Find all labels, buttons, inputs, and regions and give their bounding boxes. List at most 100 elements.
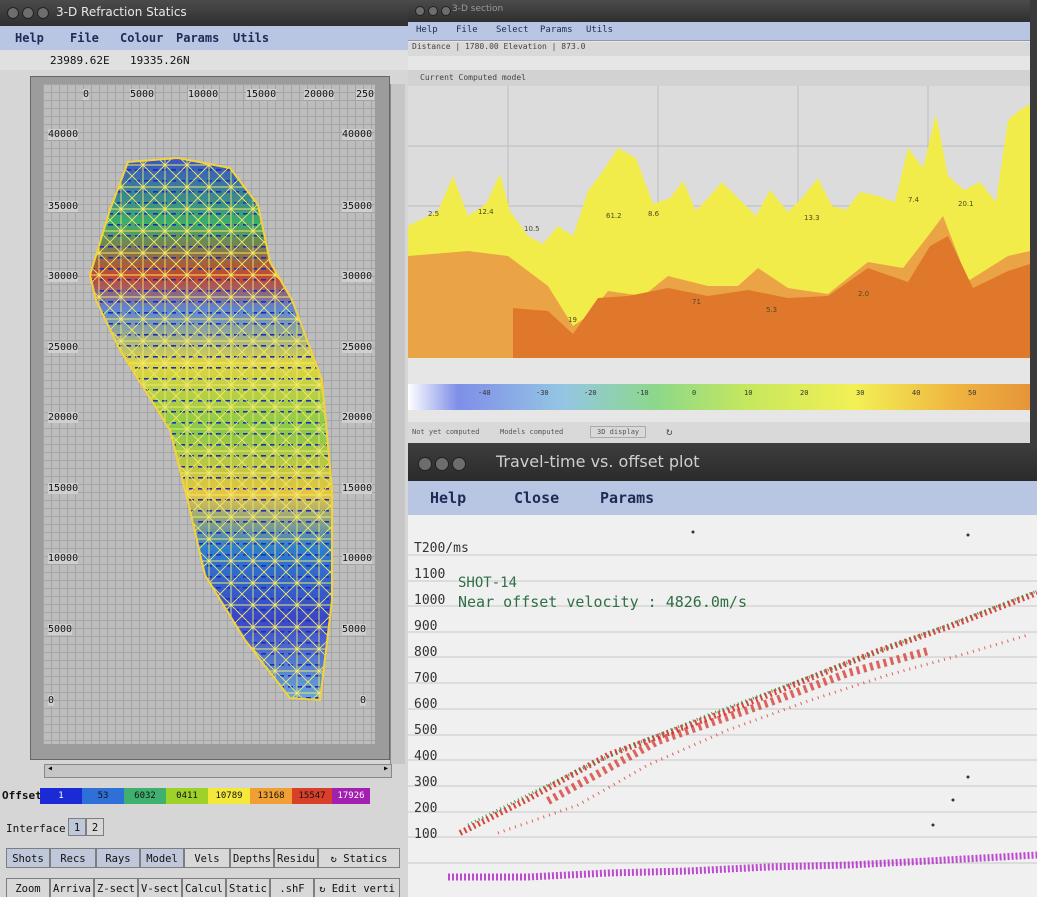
scale-tick: -10 <box>636 389 649 397</box>
minimize-window-button[interactable] <box>428 6 438 16</box>
svg-text:19: 19 <box>568 316 577 324</box>
maximize-window-button[interactable] <box>441 6 451 16</box>
offset-swatch: 0411 <box>166 788 208 804</box>
z-sect-button[interactable]: Z-sect <box>94 878 138 897</box>
offset-color-scale: Offset 1 53 6032 0411 10789 13168 15547 … <box>0 786 408 808</box>
y-tick: 800 <box>414 645 438 660</box>
menu-params[interactable]: Params <box>600 489 654 507</box>
velocity-label: Near offset velocity : 4826.0m/s <box>458 593 747 611</box>
scroll-left-icon[interactable]: ◂ <box>47 763 53 774</box>
offset-label: Offset <box>2 789 42 802</box>
vertical-scrollbar[interactable] <box>390 84 405 764</box>
menu-params[interactable]: Params <box>540 25 573 35</box>
scale-tick: -30 <box>536 389 549 397</box>
offset-swatch: 13168 <box>250 788 292 804</box>
status-tab-bar: Not yet computed Models computed 3D disp… <box>408 422 1030 443</box>
window-titlebar: 3-D section <box>408 0 1030 22</box>
maximize-window-button[interactable] <box>452 457 466 471</box>
section-info-text: Distance | 1780.00 Elevation | 873.0 <box>412 42 586 51</box>
edit-vertices-button[interactable]: ↻ Edit verti <box>314 878 400 897</box>
edit-vertices-label: Edit verti <box>331 883 395 895</box>
offset-swatch: 10789 <box>208 788 250 804</box>
scale-tick: 50 <box>968 389 977 397</box>
y-tick: 200 <box>414 801 438 816</box>
y-tick: 100 <box>414 827 438 842</box>
svg-text:71: 71 <box>692 298 701 306</box>
menu-select[interactable]: Select <box>496 25 529 35</box>
arrival-button[interactable]: Arriva <box>50 878 94 897</box>
traveltime-plot-window: Travel-time vs. offset plot Help Close P… <box>408 443 1037 897</box>
shot-label: SHOT-14 <box>458 575 518 591</box>
menu-bar: Help Close Params <box>408 481 1037 516</box>
status-tab[interactable]: 3D display <box>590 426 647 438</box>
svg-text:5.3: 5.3 <box>766 306 777 314</box>
traveltime-plot[interactable] <box>408 515 1037 897</box>
section-model-text: Current Computed model <box>420 73 526 82</box>
calcul-button[interactable]: Calcul <box>182 878 226 897</box>
scale-tick: 40 <box>912 389 921 397</box>
svg-text:10.5: 10.5 <box>524 225 540 233</box>
status-tab[interactable]: Models computed <box>500 428 563 436</box>
svg-text:2.5: 2.5 <box>428 210 439 218</box>
y-axis-unit: T200/ms <box>414 541 469 556</box>
svg-text:2.0: 2.0 <box>858 290 869 298</box>
depths-button[interactable]: Depths <box>230 848 274 868</box>
refresh-icon: ↻ <box>330 853 344 865</box>
section-model-line: Current Computed model <box>408 70 1030 86</box>
refresh-icon: ↻ <box>319 883 332 895</box>
y-tick: 1000 <box>414 593 446 608</box>
menu-file[interactable]: File <box>456 25 478 35</box>
interface-selector: Interface 1 2 <box>0 818 408 840</box>
y-tick: 600 <box>414 697 438 712</box>
interface-label: Interface <box>6 822 66 835</box>
y-tick: 700 <box>414 671 438 686</box>
scroll-right-icon[interactable]: ▸ <box>383 763 389 774</box>
section-color-scale <box>408 384 1030 410</box>
elevation-section-plot[interactable]: 2.5 12.4 10.5 19 61.2 8.6 71 5.3 13.3 2.0 7.4 20.… <box>408 86 1030 358</box>
shots-button[interactable]: Shots <box>6 848 50 868</box>
scale-tick: 30 <box>856 389 865 397</box>
offset-swatch: 6032 <box>124 788 166 804</box>
svg-text:7.4: 7.4 <box>908 196 920 204</box>
model-button[interactable]: Model <box>140 848 184 868</box>
scale-tick: 20 <box>800 389 809 397</box>
offset-swatch: 53 <box>82 788 124 804</box>
section-display-window: 3-D section Help File Select Params Util… <box>408 0 1030 443</box>
zoom-button[interactable]: Zoom <box>6 878 50 897</box>
horizontal-scrollbar[interactable]: ◂ ▸ <box>44 763 392 778</box>
survey-mesh <box>88 156 333 702</box>
svg-text:8.6: 8.6 <box>648 210 660 218</box>
residu-button[interactable]: Residu <box>274 848 318 868</box>
svg-text:13.3: 13.3 <box>804 214 820 222</box>
y-tick: 1100 <box>414 567 446 582</box>
scale-tick: 10 <box>744 389 753 397</box>
scale-tick: -40 <box>478 389 491 397</box>
vels-button[interactable]: Vels <box>184 848 230 868</box>
static-button[interactable]: Static <box>226 878 270 897</box>
rays-button[interactable]: Rays <box>96 848 140 868</box>
y-tick: 300 <box>414 775 438 790</box>
window-controls <box>415 5 454 19</box>
close-window-button[interactable] <box>415 6 425 16</box>
interface-2-button[interactable]: 2 <box>86 818 104 836</box>
window-titlebar: Travel-time vs. offset plot <box>408 443 1037 481</box>
menu-utils[interactable]: Utils <box>586 25 613 35</box>
status-tab[interactable]: Not yet computed <box>412 428 479 436</box>
recs-button[interactable]: Recs <box>50 848 96 868</box>
menu-help[interactable]: Help <box>430 489 466 507</box>
statics-button[interactable]: ↻ Statics <box>318 848 400 868</box>
v-sect-button[interactable]: V-sect <box>138 878 182 897</box>
menu-close[interactable]: Close <box>514 489 559 507</box>
refresh-icon[interactable]: ↻ <box>666 425 673 438</box>
interface-1-button[interactable]: 1 <box>68 818 86 836</box>
scale-tick: -20 <box>584 389 597 397</box>
shf-button[interactable]: .shF <box>270 878 314 897</box>
scale-tick: 0 <box>692 389 697 397</box>
window-title: 3-D section <box>452 4 504 14</box>
minimize-window-button[interactable] <box>435 457 449 471</box>
close-window-button[interactable] <box>418 457 432 471</box>
y-tick: 900 <box>414 619 438 634</box>
statics-label: Statics <box>343 853 388 865</box>
offset-swatch: 17926 <box>332 788 370 804</box>
menu-help[interactable]: Help <box>416 25 438 35</box>
